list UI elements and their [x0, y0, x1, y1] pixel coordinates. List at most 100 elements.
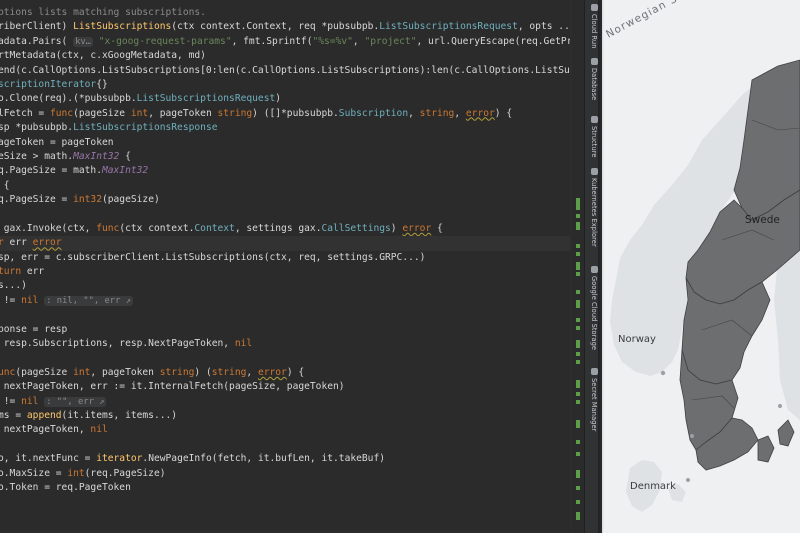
code-token: ListSubscriptionsRequest [379, 21, 518, 33]
code-line[interactable]: q.PageSize = math.MaxInt32 [0, 164, 570, 178]
code-line[interactable]: sp, err = c.subscriberClient.ListSubscri… [0, 251, 570, 265]
code-line[interactable]: o, it.nextFunc = iterator.NewPageInfo(fe… [0, 452, 570, 466]
code-token: o.Token = req.PageToken [0, 481, 131, 493]
structure-icon [590, 116, 598, 123]
code-editor[interactable]: ptions lists matching subscriptions. ribe… [0, 0, 570, 533]
code-token: error [465, 107, 495, 119]
code-line[interactable]: riberClient) ListSubscriptions(ctx conte… [0, 20, 570, 34]
code-line[interactable]: turn err [0, 265, 570, 279]
code-token: string [419, 107, 455, 119]
code-line[interactable]: rtMetadata(ctx, c.xGoogMetadata, md) [0, 49, 570, 63]
code-line[interactable]: sp *pubsubpb.ListSubscriptionsResponse [0, 121, 570, 135]
code-line[interactable]: != nil : "", err ↗ [0, 395, 570, 409]
code-token: err [3, 237, 33, 249]
code-token: q.PageSize = math. [0, 165, 102, 177]
change-marker[interactable] [576, 352, 580, 356]
tool-tab-label: Structure [590, 126, 598, 158]
code-line[interactable]: { [0, 179, 570, 193]
code-line[interactable]: lFetch = func(pageSize int, pageToken st… [0, 107, 570, 121]
code-token: func [96, 222, 120, 234]
change-marker[interactable] [576, 222, 580, 230]
land-finland [774, 250, 800, 420]
code-token: nil [234, 337, 253, 349]
change-marker[interactable] [576, 420, 580, 428]
change-marker[interactable] [576, 360, 580, 364]
code-token: unc [0, 366, 16, 378]
code-line[interactable] [0, 351, 570, 365]
code-line[interactable]: s...) [0, 279, 570, 293]
change-marker[interactable] [576, 486, 580, 490]
code-token: ListSubscriptionsRequest [136, 93, 276, 105]
code-token: int [73, 366, 91, 378]
code-token: "project" [364, 35, 417, 47]
change-marker[interactable] [576, 198, 580, 206]
code-token: (pageSize [15, 366, 74, 378]
code-token: (req.PageSize) [84, 467, 166, 479]
code-line[interactable]: eSize > math.MaxInt32 { [0, 150, 570, 164]
code-token: gax.Invoke(ctx, [0, 222, 97, 234]
change-marker[interactable] [576, 500, 580, 504]
code-token: error [402, 222, 432, 234]
code-token: int32 [73, 194, 102, 206]
code-token: ListSubscriptionsResponse [73, 122, 218, 134]
code-line[interactable]: o.Clone(req).(*pubsubpb.ListSubscription… [0, 92, 570, 106]
code-token: nil [21, 294, 39, 306]
change-marker[interactable] [576, 252, 580, 256]
change-marker[interactable] [576, 440, 580, 444]
change-marker[interactable] [576, 272, 580, 276]
code-line[interactable]: nextPageToken, nil [0, 423, 570, 437]
change-marker[interactable] [576, 380, 580, 388]
code-line[interactable]: unc(pageSize int, pageToken string) (str… [0, 366, 570, 380]
code-line[interactable]: ponse = resp [0, 323, 570, 337]
change-marker[interactable] [576, 244, 580, 248]
code-token: , [352, 35, 365, 47]
code-line[interactable]: r err error [0, 236, 570, 251]
code-token: (pageSize) [101, 194, 160, 206]
change-marker[interactable] [576, 214, 580, 218]
code-line[interactable]: q.PageSize = int32(pageSize) [0, 193, 570, 207]
map-view[interactable]: Norwegian Sea Swede Norway Denmark [602, 0, 800, 533]
code-token: riberClient) [0, 21, 74, 33]
code-line[interactable]: o.MaxSize = int(req.PageSize) [0, 467, 570, 481]
code-line[interactable]: scriptionIterator{} [0, 78, 570, 92]
change-marker[interactable] [576, 326, 580, 330]
code-line[interactable]: ms = append(it.items, items...) [0, 409, 570, 423]
code-line[interactable] [0, 207, 570, 221]
code-token: error [32, 237, 62, 249]
change-marker[interactable] [576, 392, 580, 396]
change-marker[interactable] [576, 262, 580, 270]
change-marker[interactable] [576, 470, 580, 478]
code-line[interactable]: nextPageToken, err := it.InternalFetch(p… [0, 380, 570, 394]
code-token: { [431, 222, 443, 234]
code-line[interactable]: != nil : nil, "", err ↗ [0, 294, 570, 308]
code-line[interactable]: gax.Invoke(ctx, func(ctx context.Context… [0, 222, 570, 236]
code-token: , [408, 107, 420, 119]
code-line[interactable]: end(c.CallOptions.ListSubscriptions[0:le… [0, 64, 570, 78]
code-line[interactable] [0, 308, 570, 322]
change-marker[interactable] [576, 452, 580, 456]
change-marker[interactable] [576, 206, 580, 210]
code-line[interactable] [0, 438, 570, 452]
code-token: , [246, 366, 258, 378]
change-marker[interactable] [576, 318, 580, 322]
code-line[interactable]: resp.Subscriptions, resp.NextPageToken, … [0, 337, 570, 351]
code-token: CallSettings [321, 222, 391, 234]
code-line[interactable]: ageToken = pageToken [0, 136, 570, 150]
change-marker[interactable] [576, 400, 580, 404]
change-marker[interactable] [576, 290, 580, 294]
code-line[interactable]: adata.Pairs( kv… "x-goog-request-params"… [0, 35, 570, 49]
code-token: resp.Subscriptions, resp.NextPageToken, [0, 337, 235, 349]
cloud-storage-icon [590, 266, 598, 273]
code-token: error [257, 366, 287, 378]
code-token: sp, err = c.subscriberClient.ListSubscri… [0, 251, 426, 263]
code-line[interactable]: ptions lists matching subscriptions. [0, 6, 570, 20]
code-token: {} [96, 78, 108, 90]
code-line[interactable]: o.Token = req.PageToken [0, 481, 570, 495]
code-token: { [119, 150, 131, 162]
change-marker[interactable] [576, 300, 580, 308]
change-marker[interactable] [576, 512, 580, 520]
secret-manager-icon [590, 368, 598, 375]
pane-divider[interactable] [598, 0, 604, 533]
change-marker[interactable] [576, 340, 580, 348]
tool-tab-label: Secret Manager [590, 378, 598, 432]
